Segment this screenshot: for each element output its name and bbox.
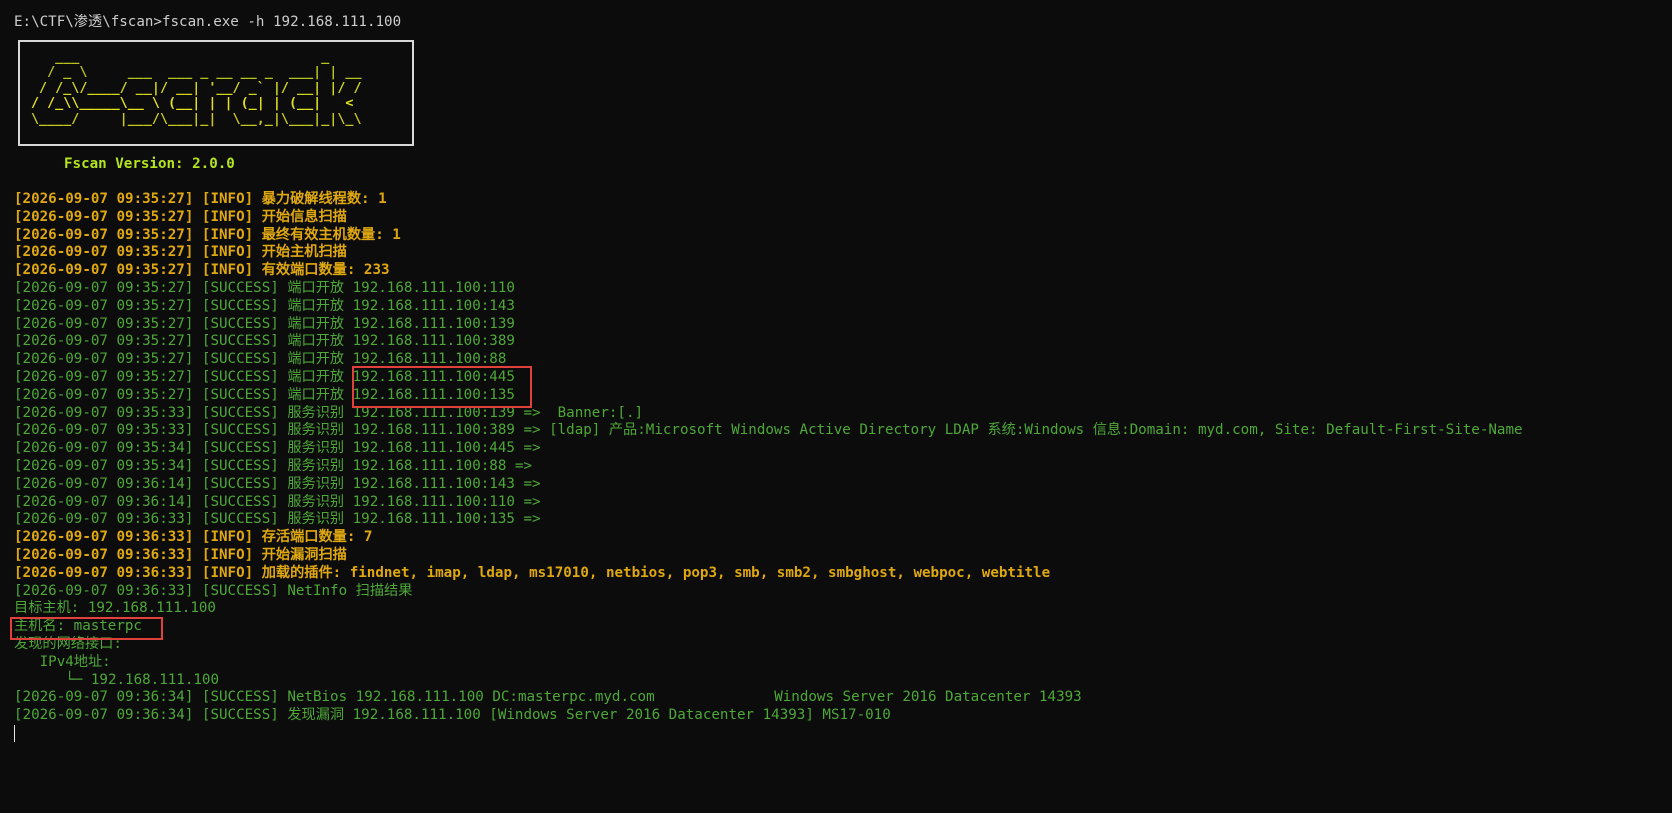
log-line: [2026-09-07 09:35:27] [SUCCESS] 端口开放 192… <box>14 333 515 350</box>
highlight-box-hostname <box>10 617 163 640</box>
log-line: 目标主机: 192.168.111.100 <box>14 600 216 617</box>
log-line: [2026-09-07 09:35:27] [INFO] 最终有效主机数量: 1 <box>14 226 401 243</box>
log-line: [2026-09-07 09:36:14] [SUCCESS] 服务识别 192… <box>14 493 541 510</box>
log-line: [2026-09-07 09:35:27] [SUCCESS] 端口开放 192… <box>14 315 515 332</box>
log-line: [2026-09-07 09:36:34] [SUCCESS] NetBios … <box>14 689 1082 706</box>
banner-line: / /_\\_____\__ \ (__| | | (_| | (__| < <box>31 96 354 112</box>
log-line: [2026-09-07 09:36:33] [SUCCESS] 服务识别 192… <box>14 511 541 528</box>
log-line: IPv4地址: <box>14 653 111 670</box>
log-line: [2026-09-07 09:35:27] [SUCCESS] 端口开放 192… <box>14 368 515 385</box>
log-line: [2026-09-07 09:35:33] [SUCCESS] 服务识别 192… <box>14 422 1523 439</box>
banner-line: \____/ |___/\___|_| \__,_|\___|_|\_\ <box>31 111 362 127</box>
log-line: [2026-09-07 09:35:27] [SUCCESS] 端口开放 192… <box>14 351 507 368</box>
log-line: [2026-09-07 09:35:27] [INFO] 有效端口数量: 233 <box>14 262 390 279</box>
version-text: Fscan Version: 2.0.0 <box>64 156 235 172</box>
log-line: [2026-09-07 09:35:33] [SUCCESS] 服务识别 192… <box>14 404 644 421</box>
log-line: [2026-09-07 09:35:27] [SUCCESS] 端口开放 192… <box>14 297 515 314</box>
log-line: [2026-09-07 09:36:33] [INFO] 存活端口数量: 7 <box>14 529 373 546</box>
banner-line: ___ _ <box>31 50 330 65</box>
highlight-box-ports <box>352 366 532 408</box>
log-line: [2026-09-07 09:36:14] [SUCCESS] 服务识别 192… <box>14 475 541 492</box>
log-line: [2026-09-07 09:35:27] [INFO] 暴力破解线程数: 1 <box>14 191 387 207</box>
banner-line: / _ \ ___ ___ _ __ __ _ ___| | __ <box>31 65 362 81</box>
log-line: [2026-09-07 09:35:34] [SUCCESS] 服务识别 192… <box>14 440 541 457</box>
text-cursor <box>14 725 15 742</box>
log-output: [2026-09-07 09:35:27] [INFO] 暴力破解线程数: 1[… <box>14 191 1523 725</box>
log-line: [2026-09-07 09:36:33] [INFO] 加载的插件: find… <box>14 564 1051 581</box>
log-line: [2026-09-07 09:36:34] [SUCCESS] 发现漏洞 192… <box>14 707 891 724</box>
log-line: [2026-09-07 09:36:33] [INFO] 开始漏洞扫描 <box>14 546 347 563</box>
log-line: 发现的网络接口: <box>14 635 122 652</box>
log-line: [2026-09-07 09:36:33] [SUCCESS] NetInfo … <box>14 582 413 599</box>
log-line: [2026-09-07 09:35:27] [SUCCESS] 端口开放 192… <box>14 386 515 403</box>
log-line: [2026-09-07 09:35:34] [SUCCESS] 服务识别 192… <box>14 457 532 474</box>
terminal-window[interactable]: E:\CTF\渗透\fscan>fscan.exe -h 192.168.111… <box>0 0 1672 813</box>
log-line: [2026-09-07 09:35:27] [SUCCESS] 端口开放 192… <box>14 279 515 296</box>
command-line: E:\CTF\渗透\fscan>fscan.exe -h 192.168.111… <box>14 14 402 30</box>
log-line: 主机名: masterpc <box>14 618 142 635</box>
banner-line: / /_\/____/ __|/ __| '__/ _` |/ __| |/ / <box>31 80 362 96</box>
ascii-banner: ___ _ / _ \ ___ ___ _ __ __ _ ___| | __ … <box>31 50 362 127</box>
log-line: [2026-09-07 09:35:27] [INFO] 开始主机扫描 <box>14 244 347 261</box>
log-line: └─ 192.168.111.100 <box>14 671 219 688</box>
log-line: [2026-09-07 09:35:27] [INFO] 开始信息扫描 <box>14 208 347 225</box>
